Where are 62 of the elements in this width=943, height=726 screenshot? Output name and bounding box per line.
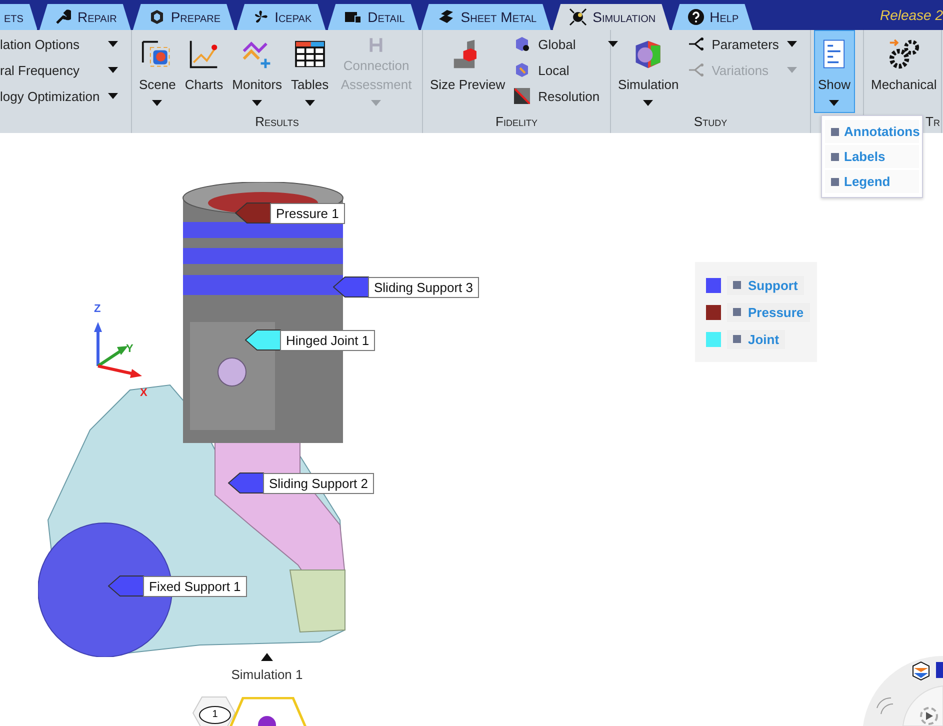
- caret-icon: [786, 67, 797, 73]
- ribbon-tab[interactable]: Prepare: [132, 4, 235, 30]
- caret-icon: [252, 100, 262, 106]
- menu-item[interactable]: Legend: [825, 170, 919, 193]
- ribbon-button[interactable]: Show: [814, 30, 855, 113]
- menu-item[interactable]: Labels: [825, 145, 919, 168]
- ribbon-menu-item[interactable]: logy Optimization: [0, 83, 120, 109]
- ribbon-tab[interactable]: ets: [0, 4, 38, 30]
- group-title: Results: [255, 113, 299, 131]
- caret-up-icon[interactable]: [261, 653, 273, 661]
- branch-icon: [688, 37, 704, 51]
- list-icon: [823, 39, 846, 69]
- help-icon: [688, 9, 704, 25]
- release-label: Release 2: [880, 7, 943, 23]
- callout-label: Fixed Support 1: [143, 576, 247, 596]
- wrench-icon: [55, 9, 72, 25]
- axis-label: Y: [126, 343, 134, 355]
- axis-label: Z: [94, 304, 101, 315]
- ribbon-button[interactable]: Charts: [180, 30, 228, 113]
- ribbon-tab[interactable]: Simulation: [552, 4, 670, 30]
- ribbon-button[interactable]: Mechanical: [867, 30, 941, 113]
- caret-icon: [108, 93, 118, 99]
- ribbon-button[interactable]: Monitors: [228, 30, 286, 113]
- caret-icon: [152, 100, 162, 106]
- gears-icon: [888, 38, 920, 70]
- caret-icon: [108, 67, 118, 73]
- fan-icon: [252, 9, 269, 25]
- caret-icon: [304, 100, 315, 106]
- ribbon-tab[interactable]: Help: [672, 4, 753, 30]
- group-title: Study: [694, 113, 728, 131]
- ribbon-menu-item[interactable]: ral Frequency: [0, 57, 120, 83]
- callout-label: Hinged Joint 1: [280, 330, 376, 350]
- caret-icon: [643, 100, 654, 106]
- group-title: Tr: [926, 113, 941, 131]
- callout-label: Sliding Support 2: [263, 472, 374, 494]
- resolution-icon: [514, 88, 530, 104]
- ribbon-tab[interactable]: Repair: [39, 4, 131, 30]
- hexagon-icon: [514, 36, 530, 52]
- table-icon: [294, 40, 326, 68]
- ribbon-tab[interactable]: Icepak: [236, 4, 326, 30]
- hexagon-icon: [514, 62, 530, 78]
- sheet-metal-icon: [436, 9, 455, 25]
- bearing-block-drawing: [289, 570, 346, 633]
- branch-icon: [688, 63, 704, 77]
- ribbon-tab[interactable]: Detail: [328, 4, 419, 30]
- caret-icon: [608, 41, 618, 47]
- simulation-title: Simulation 1: [231, 667, 303, 682]
- caret-icon: [786, 41, 797, 47]
- menu-item[interactable]: Annotations: [825, 120, 919, 143]
- group-title: Fidelity: [496, 113, 538, 131]
- caret-icon: [371, 100, 382, 106]
- axis-label: X: [140, 387, 148, 396]
- ribbon-menu-item[interactable]: Parameters: [688, 31, 799, 57]
- ribbon-button[interactable]: Scene: [135, 30, 180, 113]
- callout-label: Sliding Support 3: [368, 276, 480, 298]
- caret-icon: [108, 41, 118, 47]
- caret-icon: [829, 100, 840, 106]
- ribbon-menu-item[interactable]: lation Options: [0, 31, 120, 57]
- callout-label: Pressure 1: [270, 202, 345, 224]
- ribbon-button[interactable]: Size Preview: [426, 30, 510, 113]
- ribbon-tab[interactable]: Sheet Metal: [420, 4, 551, 30]
- ribbon-button[interactable]: Tables: [287, 30, 333, 113]
